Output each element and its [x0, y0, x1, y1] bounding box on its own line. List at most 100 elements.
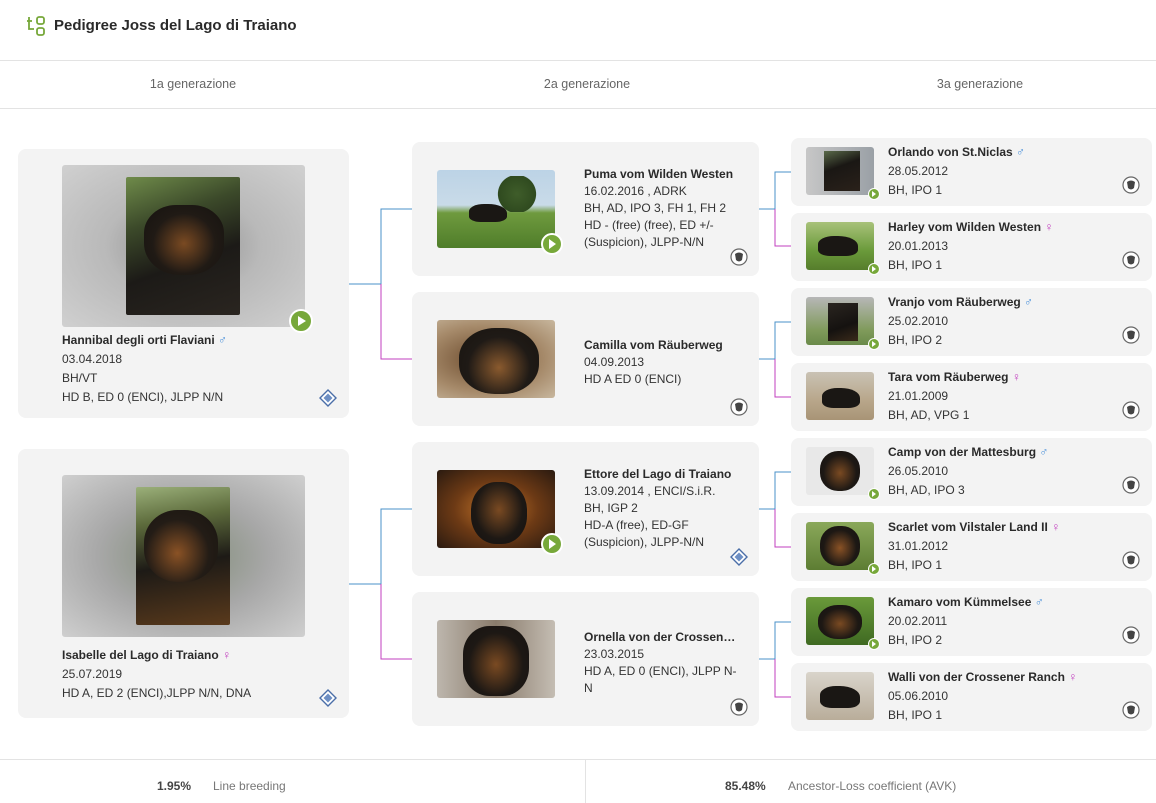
birth-date: 21.01.2009: [888, 389, 949, 403]
birth-date-breed-club: 16.02.2016 , ADRK: [584, 184, 687, 198]
health-results: HD A, ED 0 (ENCI), JLPP N-N: [584, 664, 737, 695]
club-emblem-icon: [730, 548, 748, 566]
birth-date: 03.04.2018: [62, 352, 123, 366]
ancestor-card-gen2[interactable]: Puma vom Wilden Westen 16.02.2016 , ADRK…: [412, 142, 759, 276]
dog-photo[interactable]: [806, 522, 874, 570]
birth-date: 25.02.2010: [888, 314, 949, 328]
male-icon: ♂: [218, 333, 228, 347]
dog-name[interactable]: Harley vom Wilden Westen: [888, 220, 1041, 234]
dog-name[interactable]: Camilla vom Räuberweg: [584, 337, 734, 354]
ancestor-card-dam[interactable]: Isabelle del Lago di Traiano ♀ 25.07.201…: [18, 449, 349, 718]
health-results: HD A, ED 2 (ENCI),JLPP N/N, DNA: [62, 686, 252, 700]
dog-photo[interactable]: [437, 170, 555, 248]
ancestor-card-gen3[interactable]: Camp von der Mattesburg ♂ 26.05.2010 BH,…: [791, 438, 1152, 506]
footer-divider: [585, 760, 586, 803]
adrk-seal-icon: [1122, 701, 1140, 719]
play-video-icon[interactable]: [868, 338, 880, 350]
ancestor-card-gen2[interactable]: Ornella von der Crossener Ranch 23.03.20…: [412, 592, 759, 726]
birth-date: 26.05.2010: [888, 464, 949, 478]
titles: BH, IPO 1: [888, 708, 943, 722]
birth-date: 28.05.2012: [888, 164, 949, 178]
adrk-seal-icon: [730, 698, 748, 716]
dog-photo[interactable]: [806, 447, 874, 495]
dog-photo[interactable]: [806, 222, 874, 270]
line-breeding-value: 1.95%: [157, 779, 192, 793]
titles: BH, IPO 1: [888, 183, 943, 197]
female-icon: ♀: [1011, 370, 1021, 384]
titles: BH, IPO 2: [888, 633, 943, 647]
dog-name[interactable]: Puma vom Wilden Westen: [584, 166, 734, 183]
birth-date: 05.06.2010: [888, 689, 949, 703]
female-icon: ♀: [1068, 670, 1078, 684]
dog-photo[interactable]: [437, 470, 555, 548]
health-results: HD B, ED 0 (ENCI), JLPP N/N: [62, 390, 224, 404]
ancestor-card-gen2[interactable]: Camilla vom Räuberweg 04.09.2013 HD A ED…: [412, 292, 759, 426]
adrk-seal-icon: [1122, 176, 1140, 194]
dog-name[interactable]: Ornella von der Crossener Ranch: [584, 629, 739, 646]
birth-date: 25.07.2019: [62, 667, 123, 681]
female-icon: ♀: [222, 648, 232, 662]
birth-date: 23.03.2015: [584, 647, 645, 661]
dog-photo[interactable]: [62, 475, 305, 637]
play-video-icon[interactable]: [289, 309, 313, 333]
male-icon: ♂: [1016, 145, 1026, 159]
adrk-seal-icon: [1122, 551, 1140, 569]
play-video-icon[interactable]: [868, 488, 880, 500]
dog-name[interactable]: Camp von der Mattesburg: [888, 445, 1036, 459]
health-results: HD A ED 0 (ENCI): [584, 372, 682, 386]
ancestor-card-gen3[interactable]: Walli von der Crossener Ranch ♀ 05.06.20…: [791, 663, 1152, 731]
ancestor-card-gen3[interactable]: Scarlet vom Vilstaler Land II ♀ 31.01.20…: [791, 513, 1152, 581]
birth-date: 20.02.2011: [888, 614, 948, 628]
titles: BH, IGP 2: [584, 501, 638, 515]
dog-name[interactable]: Hannibal degli orti Flaviani: [62, 333, 215, 347]
titles: BH, AD, IPO 3, FH 1, FH 2: [584, 201, 727, 215]
ancestor-card-gen3[interactable]: Orlando von St.Niclas ♂ 28.05.2012 BH, I…: [791, 138, 1152, 206]
adrk-seal-icon: [730, 398, 748, 416]
dog-photo[interactable]: [806, 672, 874, 720]
dog-name[interactable]: Vranjo vom Räuberweg: [888, 295, 1021, 309]
birth-date-breed-club: 13.09.2014 , ENCI/S.i.R.: [584, 484, 716, 498]
play-video-icon[interactable]: [868, 188, 880, 200]
play-video-icon[interactable]: [868, 638, 880, 650]
dog-name[interactable]: Walli von der Crossener Ranch: [888, 670, 1065, 684]
play-video-icon[interactable]: [868, 263, 880, 275]
avk-label: Ancestor-Loss coefficient (AVK): [788, 779, 957, 793]
adrk-seal-icon: [1122, 626, 1140, 644]
dog-photo[interactable]: [437, 320, 555, 398]
dog-photo[interactable]: [806, 372, 874, 420]
dog-photo[interactable]: [806, 297, 874, 345]
dog-name[interactable]: Kamaro vom Kümmelsee: [888, 595, 1031, 609]
titles: BH, IPO 1: [888, 558, 943, 572]
male-icon: ♂: [1024, 295, 1034, 309]
dog-photo[interactable]: [437, 620, 555, 698]
ancestor-card-gen3[interactable]: Vranjo vom Räuberweg ♂ 25.02.2010 BH, IP…: [791, 288, 1152, 356]
club-emblem-icon: [319, 389, 337, 407]
dog-photo[interactable]: [806, 147, 874, 195]
adrk-seal-icon: [1122, 251, 1140, 269]
male-icon: ♂: [1034, 595, 1044, 609]
female-icon: ♀: [1051, 520, 1061, 534]
dog-name[interactable]: Ettore del Lago di Traiano: [584, 466, 734, 483]
ancestor-card-gen3[interactable]: Harley vom Wilden Westen ♀ 20.01.2013 BH…: [791, 213, 1152, 281]
ancestor-card-sire[interactable]: Hannibal degli orti Flaviani ♂ 03.04.201…: [18, 149, 349, 418]
dog-name[interactable]: Tara vom Räuberweg: [888, 370, 1008, 384]
dog-name[interactable]: Isabelle del Lago di Traiano: [62, 648, 219, 662]
ancestor-card-gen3[interactable]: Kamaro vom Kümmelsee ♂ 20.02.2011 BH, IP…: [791, 588, 1152, 656]
adrk-seal-icon: [1122, 476, 1140, 494]
health-results: HD - (free) (free), ED +/- (Suspicion), …: [584, 218, 714, 249]
adrk-seal-icon: [730, 248, 748, 266]
dog-photo[interactable]: [806, 597, 874, 645]
play-video-icon[interactable]: [541, 533, 563, 555]
play-video-icon[interactable]: [541, 233, 563, 255]
titles: BH, AD, VPG 1: [888, 408, 970, 422]
dog-name[interactable]: Scarlet vom Vilstaler Land II: [888, 520, 1048, 534]
male-icon: ♂: [1039, 445, 1049, 459]
adrk-seal-icon: [1122, 401, 1140, 419]
play-video-icon[interactable]: [868, 563, 880, 575]
dog-photo[interactable]: [62, 165, 305, 327]
ancestor-card-gen3[interactable]: Tara vom Räuberweg ♀ 21.01.2009 BH, AD, …: [791, 363, 1152, 431]
titles: BH, IPO 2: [888, 333, 943, 347]
dog-name[interactable]: Orlando von St.Niclas: [888, 145, 1013, 159]
adrk-seal-icon: [1122, 326, 1140, 344]
ancestor-card-gen2[interactable]: Ettore del Lago di Traiano 13.09.2014 , …: [412, 442, 759, 576]
